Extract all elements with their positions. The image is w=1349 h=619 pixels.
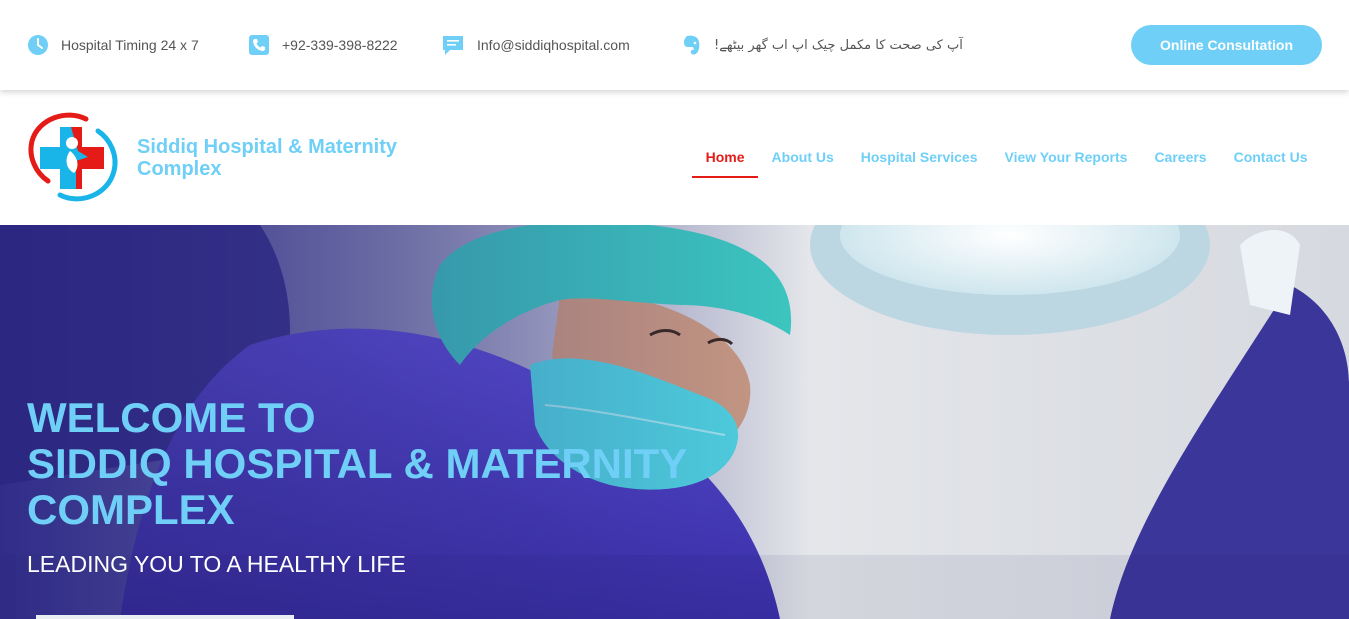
timing-info: Hospital Timing 24 x 7 <box>27 32 199 58</box>
site-header: Siddiq Hospital & Maternity Complex Home… <box>0 90 1349 225</box>
nav-contact-us[interactable]: Contact Us <box>1220 136 1321 178</box>
hero-title-line-1: WELCOME TO <box>27 394 316 441</box>
nav-home[interactable]: Home <box>692 136 759 178</box>
main-nav: Home About Us Hospital Services View You… <box>692 136 1321 178</box>
hero-banner: WELCOME TO SIDDIQ HOSPITAL & MATERNITY C… <box>0 225 1349 619</box>
hospital-logo[interactable] <box>26 111 120 203</box>
brand-line-1: Siddiq Hospital & Maternity <box>137 136 398 158</box>
message-icon <box>443 36 463 55</box>
hero-title-line-2: SIDDIQ HOSPITAL & MATERNITY <box>27 440 688 487</box>
nav-about-us[interactable]: About Us <box>758 136 847 178</box>
brand-name[interactable]: Siddiq Hospital & Maternity Complex <box>137 136 437 180</box>
email-info[interactable]: Info@siddiqhospital.com <box>441 32 630 58</box>
online-consultation-button[interactable]: Online Consultation <box>1131 25 1322 65</box>
urdu-text: آپ کی صحت کا مکمل چیک اپ اب گھر بیٹھے! <box>714 37 963 53</box>
top-info-bar: Hospital Timing 24 x 7 +92-339-398-8222 … <box>0 0 1349 90</box>
evernote-icon <box>684 35 700 55</box>
phone-text[interactable]: +92-339-398-8222 <box>282 37 398 53</box>
phone-icon <box>249 35 269 55</box>
urdu-info: آپ کی صحت کا مکمل چیک اپ اب گھر بیٹھے! <box>682 32 963 58</box>
hero-subtitle: LEADING YOU TO A HEALTHY LIFE <box>27 551 406 577</box>
nav-hospital-services[interactable]: Hospital Services <box>847 136 991 178</box>
clock-icon <box>28 35 48 55</box>
email-text[interactable]: Info@siddiqhospital.com <box>477 37 630 53</box>
timing-text: Hospital Timing 24 x 7 <box>61 37 199 53</box>
hero-bottom-strip <box>36 615 294 619</box>
hero-title-line-3: COMPLEX <box>27 486 235 533</box>
nav-careers[interactable]: Careers <box>1141 136 1220 178</box>
nav-view-your-reports[interactable]: View Your Reports <box>991 136 1141 178</box>
hero-title: WELCOME TO SIDDIQ HOSPITAL & MATERNITY C… <box>27 395 687 533</box>
phone-info[interactable]: +92-339-398-8222 <box>248 32 398 58</box>
brand-line-2: Complex <box>137 158 222 180</box>
